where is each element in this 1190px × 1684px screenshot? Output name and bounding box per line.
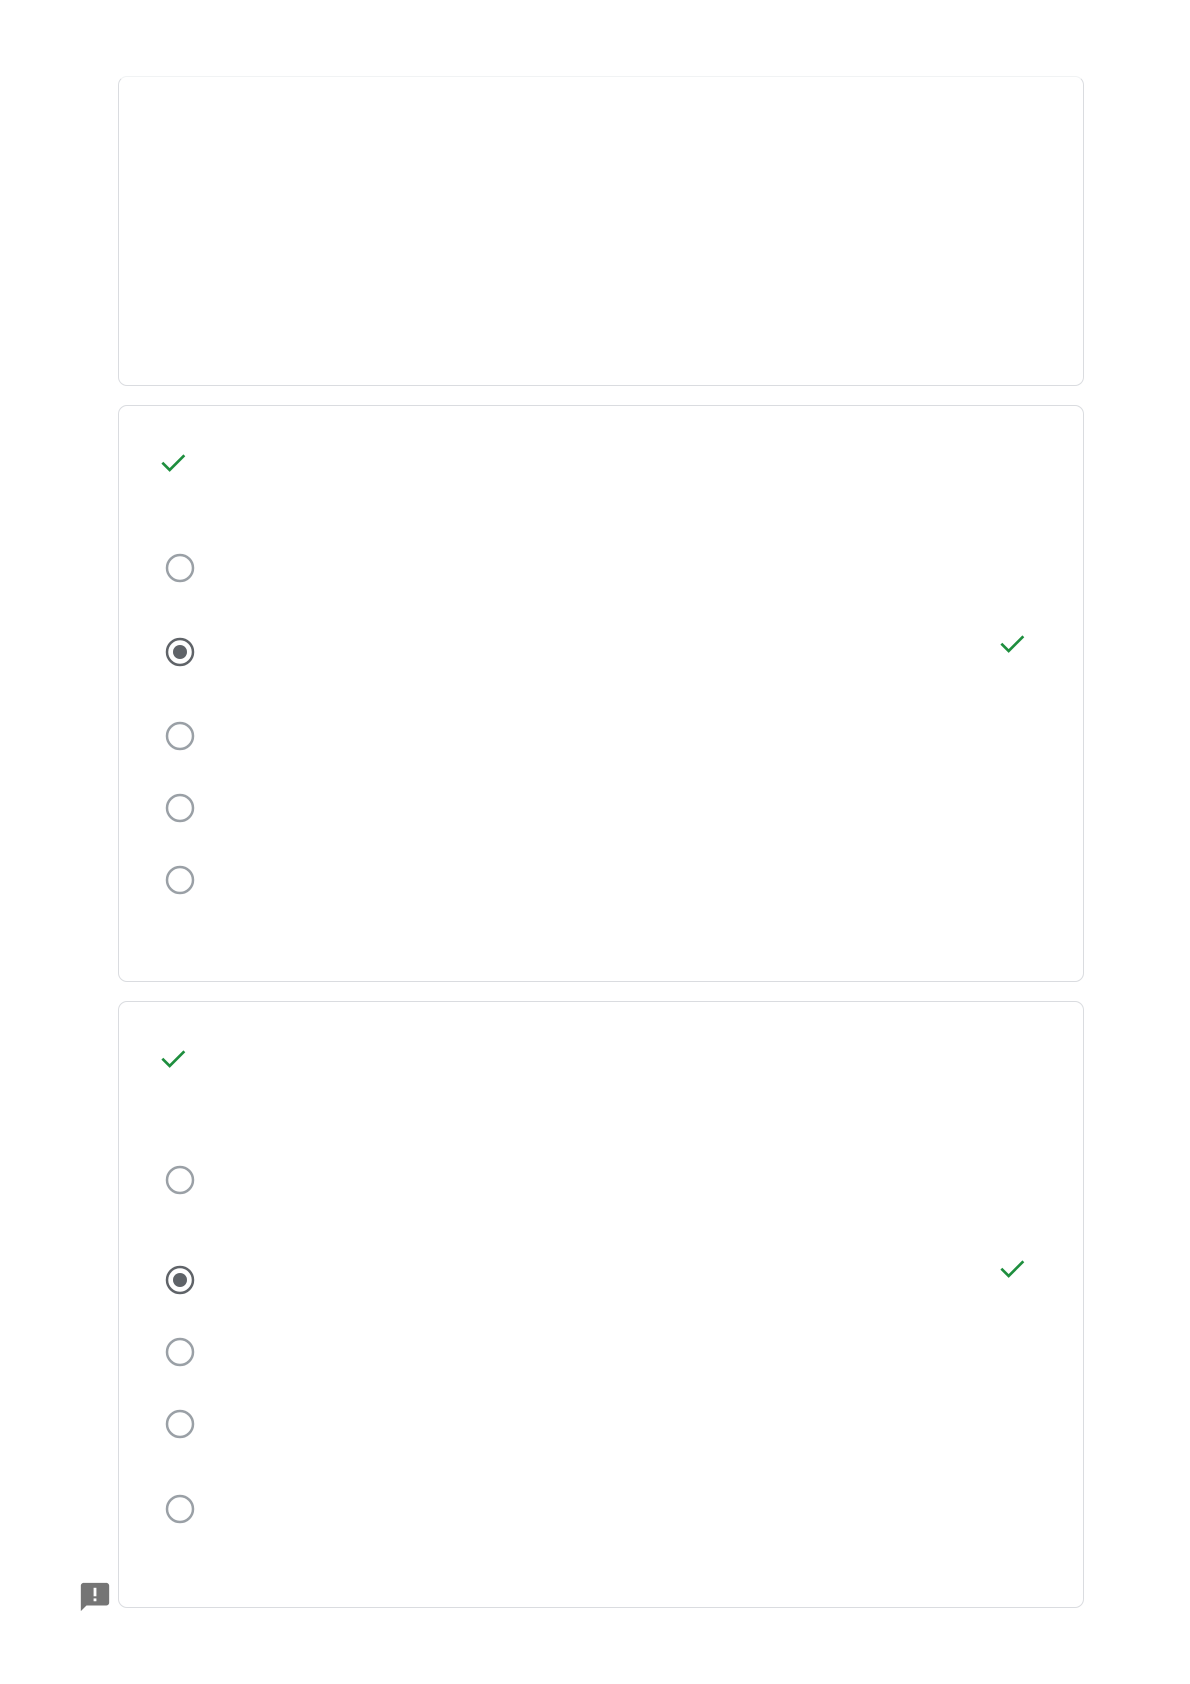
answer-correct-check-icon (1000, 635, 1025, 653)
question-correct-check-icon (161, 1050, 186, 1068)
report-feedback-icon[interactable] (78, 1580, 112, 1614)
option-radio-5[interactable] (164, 1493, 196, 1525)
question-card-previous (118, 76, 1084, 386)
question-correct-check-icon (161, 454, 186, 472)
answer-correct-check-icon (1000, 1260, 1025, 1278)
option-radio-3[interactable] (164, 1336, 196, 1368)
option-radio-3[interactable] (164, 720, 196, 752)
question-card-1 (118, 405, 1084, 982)
question-card-2 (118, 1001, 1084, 1608)
option-radio-1[interactable] (164, 1164, 196, 1196)
option-radio-5[interactable] (164, 864, 196, 896)
option-radio-2-selected[interactable] (164, 636, 196, 668)
option-radio-4[interactable] (164, 1408, 196, 1440)
option-radio-4[interactable] (164, 792, 196, 824)
option-radio-2-selected[interactable] (164, 1264, 196, 1296)
option-radio-1[interactable] (164, 552, 196, 584)
